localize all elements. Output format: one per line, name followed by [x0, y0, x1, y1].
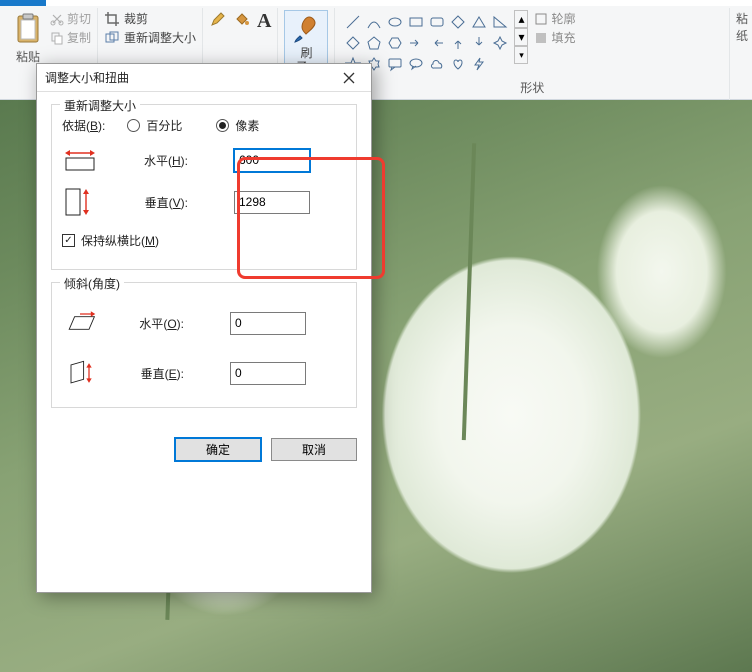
ok-button[interactable]: 确定: [175, 438, 261, 461]
shape-line-icon[interactable]: [343, 12, 363, 32]
skew-horizontal-input[interactable]: [230, 312, 306, 335]
resize-horizontal-icon: [62, 148, 98, 172]
shape-callout-cloud-icon[interactable]: [427, 54, 447, 74]
fill-button[interactable]: 填充: [534, 29, 575, 46]
radio-percent-label[interactable]: 百分比: [146, 117, 182, 134]
fill-icon: [534, 31, 548, 45]
dialog-title-text: 调整大小和扭曲: [45, 69, 329, 86]
cut-label: 剪切: [67, 10, 91, 27]
crop-button[interactable]: 裁剪: [104, 10, 196, 27]
skew-v-label: 垂直(E):: [141, 365, 184, 382]
close-icon: [343, 72, 355, 84]
shape-callout-oval-icon[interactable]: [406, 54, 426, 74]
text-tool[interactable]: A: [257, 10, 271, 33]
shape-lightning-icon[interactable]: [469, 54, 489, 74]
shape-rect-icon[interactable]: [406, 12, 426, 32]
shape-roundrect-icon[interactable]: [427, 12, 447, 32]
shape-arrow-left-icon[interactable]: [427, 33, 447, 53]
skew-fieldset: 倾斜(角度) 水平(O):: [51, 282, 357, 408]
basis-label: 依据(B):: [62, 117, 105, 134]
shape-4star-icon[interactable]: [490, 33, 510, 53]
radio-percent[interactable]: [127, 119, 140, 132]
paste-button[interactable]: 粘贴: [10, 10, 46, 67]
dialog-body: 重新调整大小 依据(B): 百分比 像素: [37, 92, 371, 428]
far-right-group: 粘 纸: [730, 8, 748, 100]
resize-vertical-input[interactable]: [234, 191, 310, 214]
shape-curve-icon[interactable]: [364, 12, 384, 32]
resize-vertical-icon: [62, 190, 98, 214]
fill-label: 填充: [551, 29, 575, 46]
resize-icon: [104, 30, 120, 46]
crop-label: 裁剪: [124, 10, 148, 27]
skew-vertical-icon: [62, 359, 98, 387]
shapes-group: ▴ ▾ ▾ 轮廓 填充 形状: [335, 8, 730, 100]
shape-hexagon-icon[interactable]: [385, 33, 405, 53]
dialog-titlebar[interactable]: 调整大小和扭曲: [37, 64, 371, 92]
cut-button[interactable]: 剪切: [50, 10, 91, 27]
dialog-button-row: 确定 取消: [37, 428, 371, 475]
copy-icon: [50, 31, 64, 45]
bucket-icon[interactable]: [233, 10, 251, 28]
outline-icon: [534, 12, 548, 26]
shape-right-triangle-icon[interactable]: [490, 12, 510, 32]
shape-arrow-right-icon[interactable]: [406, 33, 426, 53]
shapes-group-label: 形状: [520, 79, 544, 96]
resize-h-label: 水平(H):: [144, 152, 188, 169]
keep-aspect-label[interactable]: 保持纵横比(M): [81, 232, 159, 249]
outline-button[interactable]: 轮廓: [534, 10, 575, 27]
cancel-button[interactable]: 取消: [271, 438, 357, 461]
paper-label-1: 粘: [736, 10, 748, 27]
gallery-scroll-up[interactable]: ▴: [514, 10, 528, 28]
skew-vertical-input[interactable]: [230, 362, 306, 385]
keep-aspect-checkbox[interactable]: [62, 234, 75, 247]
shape-diamond-icon[interactable]: [343, 33, 363, 53]
copy-label: 复制: [67, 29, 91, 46]
clipboard-icon: [14, 12, 42, 46]
resize-skew-dialog: 调整大小和扭曲 重新调整大小 依据(B): 百分比 像素: [36, 63, 372, 593]
paper-label-2: 纸: [736, 27, 748, 44]
resize-legend: 重新调整大小: [60, 97, 140, 114]
pencil-icon[interactable]: [209, 10, 227, 28]
shape-triangle-icon[interactable]: [469, 12, 489, 32]
gallery-expand[interactable]: ▾: [514, 46, 528, 64]
shape-arrow-up-icon[interactable]: [448, 33, 468, 53]
scissors-icon: [50, 12, 64, 26]
resize-button[interactable]: 重新调整大小: [104, 29, 196, 46]
shape-oval-icon[interactable]: [385, 12, 405, 32]
brush-label-1: 刷: [300, 46, 312, 60]
skew-h-label: 水平(O):: [139, 315, 184, 332]
crop-icon: [104, 11, 120, 27]
copy-button[interactable]: 复制: [50, 29, 91, 46]
skew-legend: 倾斜(角度): [60, 275, 124, 292]
brush-icon: [291, 14, 321, 46]
close-button[interactable]: [329, 65, 369, 91]
radio-pixels[interactable]: [216, 119, 229, 132]
shape-pentagon-icon[interactable]: [364, 33, 384, 53]
resize-v-label: 垂直(V):: [145, 194, 188, 211]
resize-fieldset: 重新调整大小 依据(B): 百分比 像素: [51, 104, 357, 270]
shape-heart-icon[interactable]: [448, 54, 468, 74]
radio-pixels-label[interactable]: 像素: [235, 117, 259, 134]
resize-horizontal-input[interactable]: [234, 149, 310, 172]
resize-label: 重新调整大小: [124, 29, 196, 46]
skew-horizontal-icon: [62, 309, 98, 337]
outline-label: 轮廓: [551, 10, 575, 27]
shape-callout-rect-icon[interactable]: [385, 54, 405, 74]
shape-polygon-icon[interactable]: [448, 12, 468, 32]
shape-arrow-down-icon[interactable]: [469, 33, 489, 53]
gallery-scroll-down[interactable]: ▾: [514, 28, 528, 46]
